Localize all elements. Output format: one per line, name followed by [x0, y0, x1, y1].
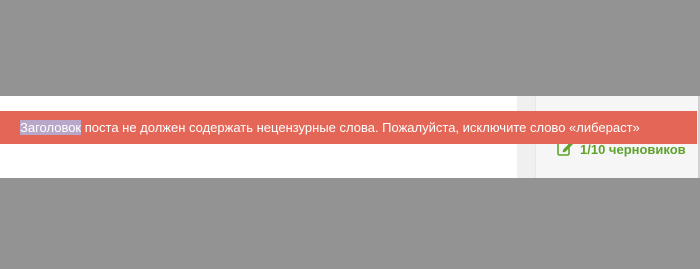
error-message: поста не должен содержать нецензурные сл… [81, 120, 640, 135]
page: 1/10 черновиков Заголовок поста не долже… [0, 0, 700, 269]
error-banner: Заголовок поста не должен содержать неце… [0, 111, 697, 144]
selected-word: Заголовок [20, 120, 82, 135]
